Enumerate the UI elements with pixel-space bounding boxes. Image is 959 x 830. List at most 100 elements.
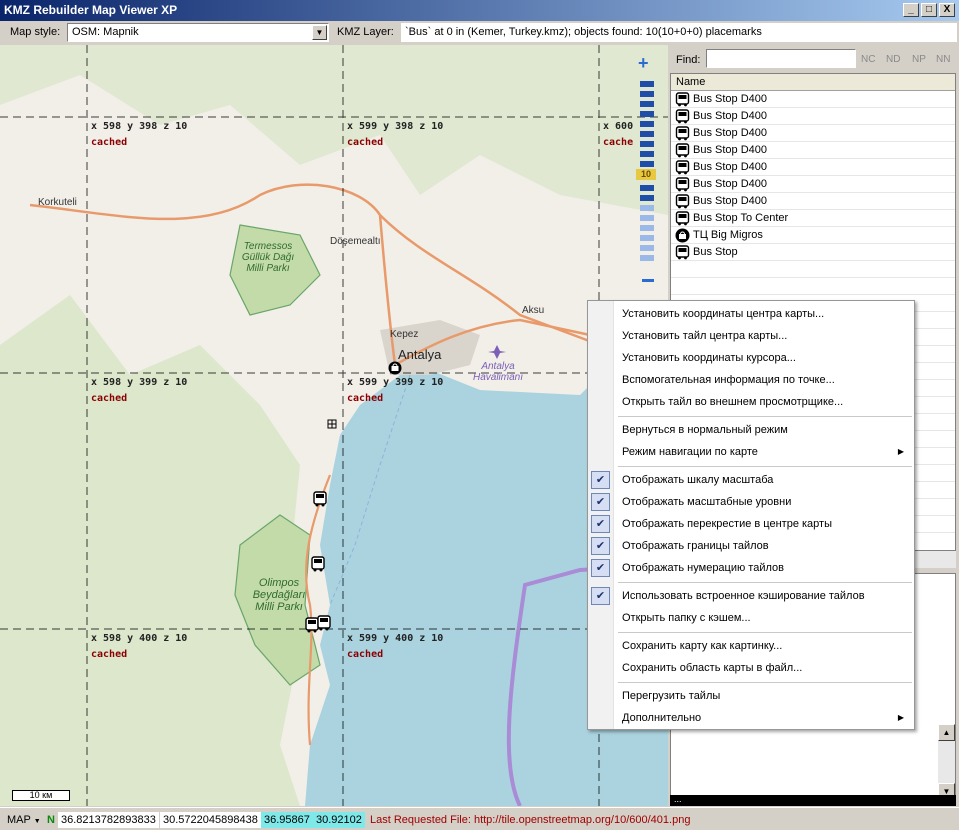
bus-stop-marker[interactable]: [313, 491, 327, 507]
menu-item[interactable]: Открыть папку с кэшем...: [588, 608, 914, 628]
list-item[interactable]: Bus Stop D400: [671, 176, 955, 193]
checkmark-icon: ✔: [591, 471, 610, 489]
list-item-label: Bus Stop D400: [693, 178, 767, 190]
menu-item[interactable]: Сохранить область карты в файл...: [588, 658, 914, 678]
tile-label: x 598 y 398 z 10: [91, 121, 188, 132]
menu-item[interactable]: Открыть тайл во внешнем просмотрщике...: [588, 392, 914, 412]
list-item-label: Bus Stop D400: [693, 127, 767, 139]
menu-item[interactable]: Установить тайл центра карты...: [588, 326, 914, 346]
tile-label: x 599 y 400 z 10: [347, 633, 444, 644]
nav-nd-button[interactable]: ND: [886, 54, 900, 65]
menu-item-label: Открыть папку с кэшем...: [622, 612, 751, 624]
map-style-select[interactable]: OSM: Mapnik ▼: [67, 23, 329, 42]
tile-label: x 600: [603, 121, 634, 132]
menu-item-label: Установить координаты курсора...: [622, 352, 796, 364]
kmz-layer-label: KMZ Layer:: [337, 26, 394, 38]
bus-icon: [675, 193, 690, 208]
menu-item[interactable]: Вспомогательная информация по точке...: [588, 370, 914, 390]
bus-icon: [675, 159, 690, 174]
map-style-label: Map style:: [10, 26, 61, 38]
tile-status: cached: [347, 393, 384, 404]
north-indicator: N: [47, 814, 55, 826]
checkmark-icon: ✔: [591, 493, 610, 511]
title-bar[interactable]: KMZ Rebuilder Map Viewer XP _ □ X: [0, 0, 959, 21]
menu-separator: [618, 582, 912, 583]
dropdown-arrow-icon[interactable]: ▼: [312, 25, 327, 40]
nav-nc-button[interactable]: NC: [861, 54, 875, 65]
bus-stop-marker[interactable]: [311, 556, 325, 572]
menu-item[interactable]: ✔ Использовать встроенное кэширование тай…: [588, 586, 914, 606]
bus-stop-marker[interactable]: [317, 615, 331, 631]
list-item[interactable]: Bus Stop D400: [671, 108, 955, 125]
checkmark-icon: ✔: [591, 587, 610, 605]
list-item[interactable]: Bus Stop D400: [671, 91, 955, 108]
column-header-name[interactable]: Name: [671, 74, 955, 91]
bus-icon: [675, 108, 690, 123]
list-item-label: Bus Stop D400: [693, 110, 767, 122]
zoom-in-icon[interactable]: +: [638, 53, 649, 74]
tile-status: cached: [91, 393, 128, 404]
find-label: Find:: [676, 54, 701, 66]
find-input[interactable]: [706, 49, 856, 68]
details-footer: ...: [670, 795, 956, 806]
checkmark-icon: ✔: [591, 537, 610, 555]
list-item[interactable]: Bus Stop: [671, 244, 955, 261]
menu-item[interactable]: Вернуться в нормальный режим: [588, 420, 914, 440]
cursor-longitude: 30.5722045898438: [160, 812, 261, 828]
place-termessos-park: Termessos Güllük Dağı Milli Parkı: [241, 241, 295, 274]
zoom-levels[interactable]: + 10: [632, 51, 660, 291]
checkmark-icon: ✔: [591, 559, 610, 577]
list-item[interactable]: ТЦ Big Migros: [671, 227, 955, 244]
list-item[interactable]: Bus Stop D400: [671, 142, 955, 159]
nav-nn-button[interactable]: NN: [936, 54, 950, 65]
menu-item-label: Отображать перекрестие в центре карты: [622, 518, 832, 530]
nav-np-button[interactable]: NP: [912, 54, 926, 65]
vertical-scrollbar[interactable]: ▲ ▼: [938, 724, 955, 800]
menu-item[interactable]: ✔ Отображать перекрестие в центре карты: [588, 514, 914, 534]
close-button[interactable]: X: [939, 3, 955, 17]
menu-item-label: Дополнительно: [622, 712, 702, 724]
maximize-button[interactable]: □: [921, 3, 937, 17]
menu-item[interactable]: ✔ Отображать границы тайлов: [588, 536, 914, 556]
window-title: KMZ Rebuilder Map Viewer XP: [4, 3, 178, 17]
menu-item-label: Отображать границы тайлов: [622, 540, 769, 552]
zoom-out-icon[interactable]: [642, 279, 654, 282]
toolbar: Map style: OSM: Mapnik ▼ KMZ Layer: `Bus…: [0, 21, 959, 44]
menu-item[interactable]: Режим навигации по карте ▶: [588, 442, 914, 462]
menu-item-label: Отображать шкалу масштаба: [622, 474, 774, 486]
status-bar: MAP ▼ N 36.8213782893833 30.572204589843…: [0, 807, 959, 830]
map-view[interactable]: x 598 y 398 z 10 cached x 599 y 398 z 10…: [0, 45, 668, 806]
list-item[interactable]: Bus Stop D400: [671, 125, 955, 142]
list-item[interactable]: Bus Stop To Center: [671, 210, 955, 227]
list-item-label: ТЦ Big Migros: [693, 229, 763, 241]
menu-separator: [618, 682, 912, 683]
zoom-level-indicator: 10: [636, 169, 656, 180]
minimize-button[interactable]: _: [903, 3, 919, 17]
menu-separator: [618, 632, 912, 633]
tile-label: x 598 y 400 z 10: [91, 633, 188, 644]
menu-item[interactable]: ✔ Отображать шкалу масштаба: [588, 470, 914, 490]
menu-item[interactable]: Дополнительно ▶: [588, 708, 914, 728]
bus-icon: [675, 142, 690, 157]
bus-icon: [675, 210, 690, 225]
cursor-latitude: 36.8213782893833: [58, 812, 159, 828]
list-item[interactable]: Bus Stop D400: [671, 159, 955, 176]
menu-item[interactable]: Установить координаты центра карты...: [588, 304, 914, 324]
menu-item-label: Открыть тайл во внешнем просмотрщике...: [622, 396, 844, 408]
bus-icon: [675, 125, 690, 140]
tile-status: cached: [91, 137, 128, 148]
kmz-layer-field[interactable]: `Bus` at 0 in (Kemer, Turkey.kmz); objec…: [401, 23, 957, 42]
menu-item[interactable]: ✔ Отображать масштабные уровни: [588, 492, 914, 512]
menu-item[interactable]: Перегрузить тайлы: [588, 686, 914, 706]
list-item-label: Bus Stop D400: [693, 93, 767, 105]
mode-button[interactable]: MAP ▼: [4, 812, 44, 828]
shopping-marker[interactable]: [388, 360, 402, 376]
scroll-up-icon[interactable]: ▲: [938, 724, 955, 741]
menu-item[interactable]: Установить координаты курсора...: [588, 348, 914, 368]
tile-label: x 598 y 399 z 10: [91, 377, 188, 388]
menu-separator: [618, 416, 912, 417]
list-item[interactable]: Bus Stop D400: [671, 193, 955, 210]
menu-item[interactable]: Сохранить карту как картинку...: [588, 636, 914, 656]
menu-item[interactable]: ✔ Отображать нумерацию тайлов: [588, 558, 914, 578]
list-item-label: Bus Stop D400: [693, 144, 767, 156]
